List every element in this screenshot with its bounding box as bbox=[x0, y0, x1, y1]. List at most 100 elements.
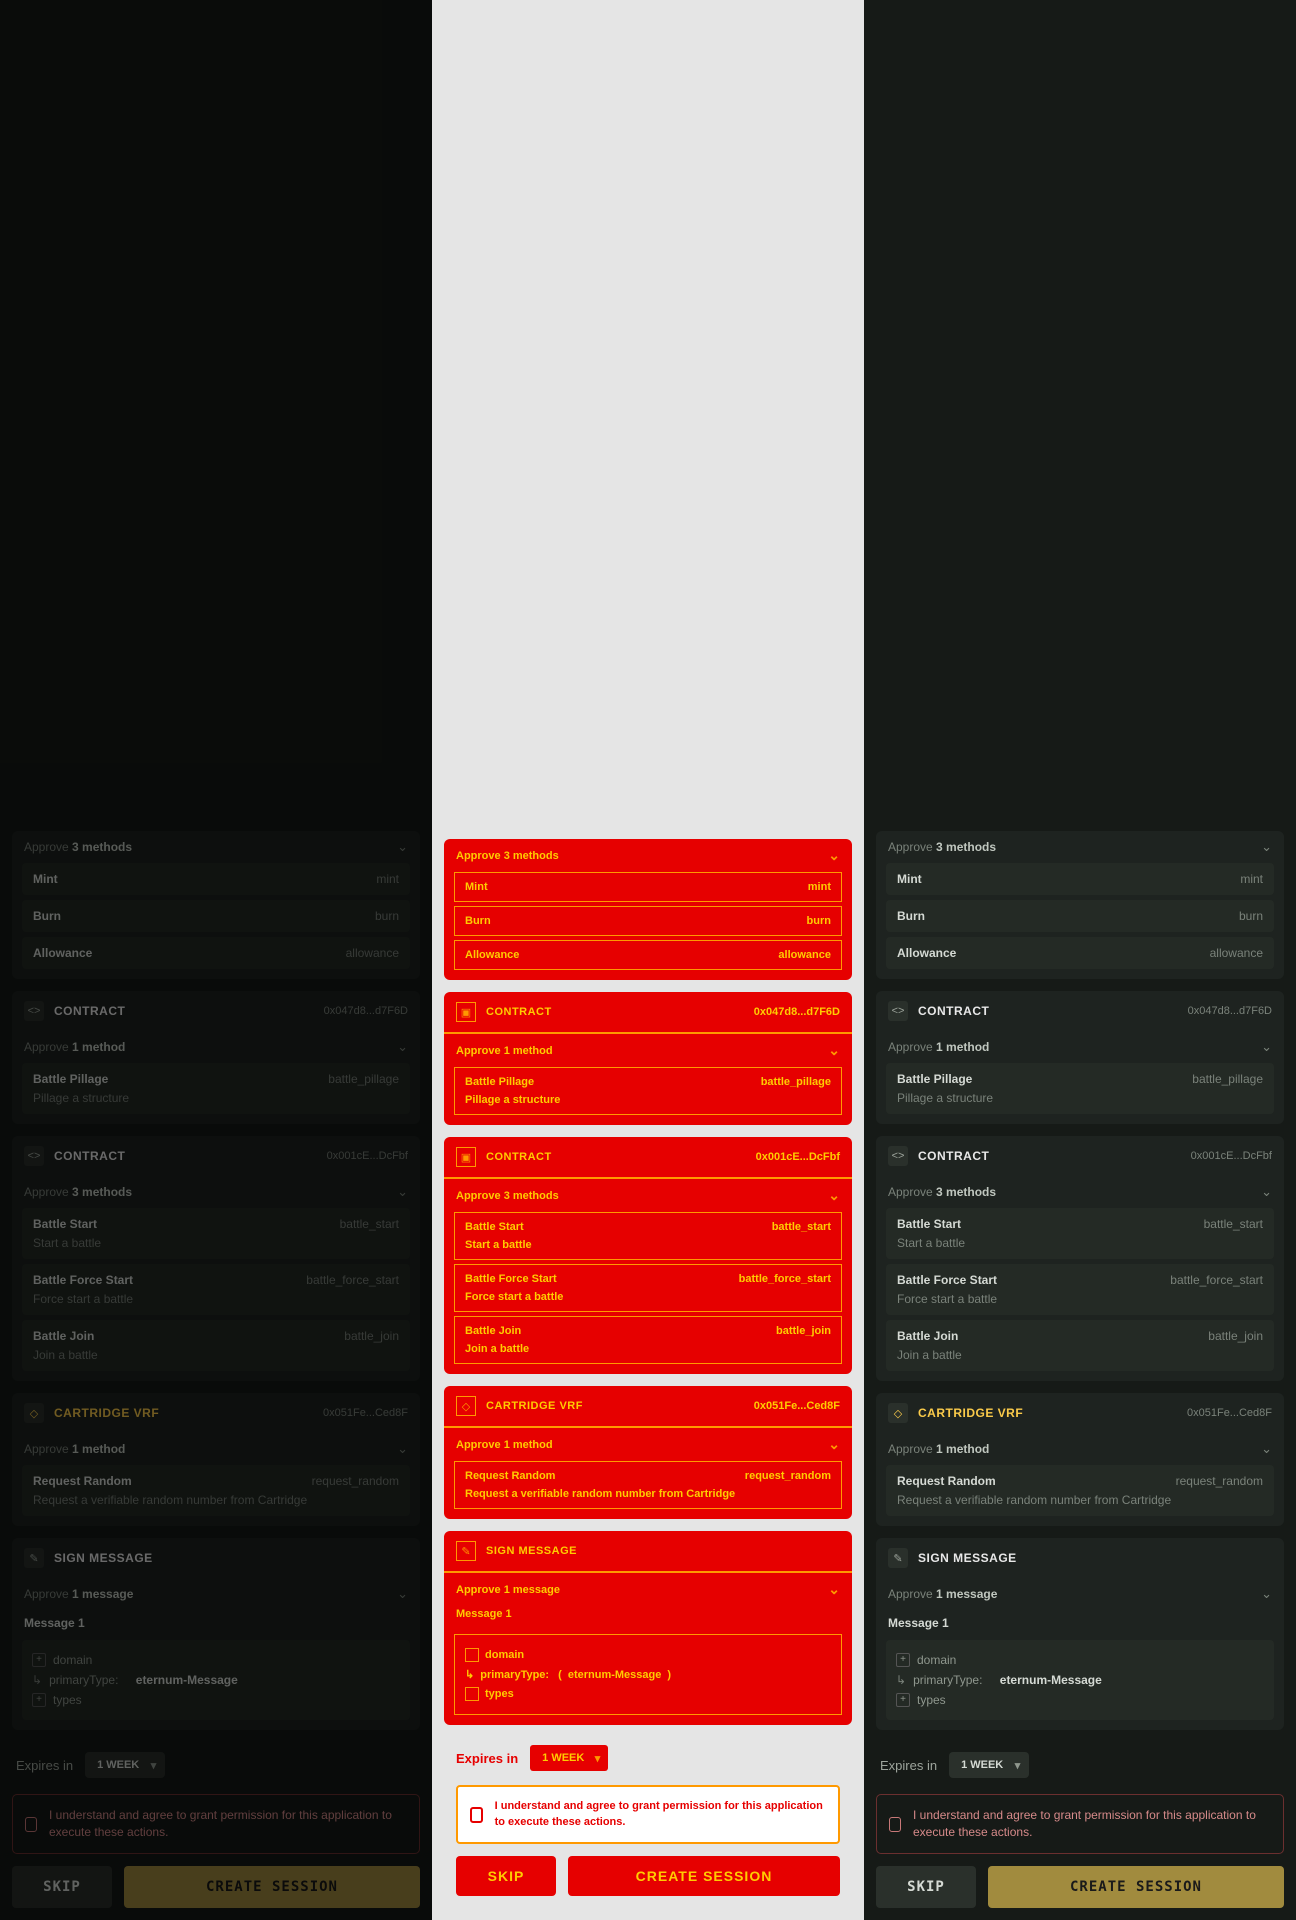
sign-message-title: SIGN MESSAGE bbox=[486, 1545, 840, 1557]
method-item: Battle Force Startbattle_force_start For… bbox=[454, 1264, 842, 1312]
expires-row: Expires in 1 WEEK bbox=[444, 1737, 852, 1785]
method-item: Request Randomrequest_random Request a v… bbox=[454, 1461, 842, 1509]
top-methods-card: Approve 3 methods ⌄ Mintmint Burnburn Al… bbox=[876, 831, 1284, 979]
agree-text: I understand and agree to grant permissi… bbox=[495, 1799, 826, 1830]
expires-select[interactable]: 1 WEEK bbox=[949, 1752, 1029, 1778]
approve-row[interactable]: Approve 1 method ⌄ bbox=[444, 1034, 852, 1067]
chevron-down-icon: ⌄ bbox=[828, 1187, 840, 1204]
approve-row[interactable]: Approve 3 methods ⌄ bbox=[12, 831, 420, 863]
agree-checkbox[interactable] bbox=[25, 1817, 37, 1832]
create-session-button[interactable]: CREATE SESSION bbox=[988, 1866, 1284, 1908]
expires-label: Expires in bbox=[16, 1758, 73, 1773]
agree-text: I understand and agree to grant permissi… bbox=[913, 1807, 1271, 1841]
chevron-down-icon: ⌄ bbox=[828, 1436, 840, 1453]
method-item: Battle Joinbattle_join Join a battle bbox=[22, 1320, 410, 1371]
expand-icon[interactable]: + bbox=[896, 1693, 910, 1707]
method-item: Battle Joinbattle_join Join a battle bbox=[886, 1320, 1274, 1371]
expires-select[interactable]: 1 WEEK bbox=[530, 1745, 608, 1771]
expand-icon[interactable]: + bbox=[32, 1653, 46, 1667]
method-item: Request Randomrequest_random Request a v… bbox=[886, 1465, 1274, 1516]
sign-message-title: SIGN MESSAGE bbox=[54, 1551, 408, 1565]
method-item: Allowanceallowance bbox=[22, 937, 410, 969]
top-methods-card: Approve 3 methods ⌄ Mintmint Burnburn Al… bbox=[444, 839, 852, 980]
approve-row[interactable]: Approve 1 method ⌄ bbox=[12, 1031, 420, 1063]
method-item: Battle Force Startbattle_force_start For… bbox=[886, 1264, 1274, 1315]
chevron-down-icon: ⌄ bbox=[828, 1581, 840, 1598]
contract-title: CONTRACT bbox=[918, 1004, 1178, 1018]
approve-row[interactable]: Approve 3 methods ⌄ bbox=[444, 1179, 852, 1212]
contract-title: CONTRACT bbox=[54, 1004, 314, 1018]
approve-row[interactable]: Approve 1 method ⌄ bbox=[876, 1433, 1284, 1465]
contract-title: CONTRACT bbox=[486, 1151, 746, 1163]
agree-box[interactable]: I understand and agree to grant permissi… bbox=[876, 1794, 1284, 1854]
approve-row[interactable]: Approve 1 message ⌄ bbox=[444, 1573, 852, 1606]
chevron-down-icon: ⌄ bbox=[397, 1184, 408, 1200]
approve-row[interactable]: Approve 1 method ⌄ bbox=[876, 1031, 1284, 1063]
chevron-down-icon: ⌄ bbox=[397, 1586, 408, 1602]
message-title: Message 1 bbox=[12, 1610, 420, 1636]
expires-select[interactable]: 1 WEEK bbox=[85, 1752, 165, 1778]
sign-message-card: ✎ SIGN MESSAGE Approve 1 message ⌄ Messa… bbox=[444, 1531, 852, 1725]
vrf-title: CARTRIDGE VRF bbox=[918, 1406, 1177, 1420]
contract-card: ▣ CONTRACT 0x047d8...d7F6D Approve 1 met… bbox=[444, 992, 852, 1125]
chevron-down-icon: ⌄ bbox=[828, 1042, 840, 1059]
create-session-button[interactable]: CREATE SESSION bbox=[124, 1866, 420, 1908]
code-icon: ▣ bbox=[456, 1002, 476, 1022]
approve-row[interactable]: Approve 3 methods ⌄ bbox=[12, 1176, 420, 1208]
expand-icon[interactable]: + bbox=[32, 1693, 46, 1707]
agree-text: I understand and agree to grant permissi… bbox=[49, 1807, 407, 1841]
approve-row[interactable]: Approve 3 methods ⌄ bbox=[876, 1176, 1284, 1208]
expires-row: Expires in 1 WEEK bbox=[12, 1742, 420, 1794]
chevron-down-icon: ⌄ bbox=[397, 1441, 408, 1457]
code-icon: ▣ bbox=[456, 1147, 476, 1167]
method-item: Allowanceallowance bbox=[886, 937, 1274, 969]
message-title: Message 1 bbox=[876, 1610, 1284, 1636]
contract-card: <> CONTRACT 0x047d8...d7F6D Approve 1 me… bbox=[876, 991, 1284, 1124]
contract-card: <> CONTRACT 0x001cE...DcFbf Approve 3 me… bbox=[876, 1136, 1284, 1381]
chevron-down-icon: ⌄ bbox=[1261, 1184, 1272, 1200]
vrf-title: CARTRIDGE VRF bbox=[54, 1406, 313, 1420]
contract-address: 0x047d8...d7F6D bbox=[754, 1006, 840, 1018]
chevron-down-icon: ⌄ bbox=[1261, 839, 1272, 855]
approve-row[interactable]: Approve 3 methods ⌄ bbox=[876, 831, 1284, 863]
vrf-card: ◇ CARTRIDGE VRF 0x051Fe...Ced8F Approve … bbox=[444, 1386, 852, 1519]
skip-button[interactable]: SKIP bbox=[876, 1866, 976, 1908]
expand-icon[interactable]: + bbox=[896, 1653, 910, 1667]
shield-icon: ◇ bbox=[888, 1403, 908, 1423]
method-item: Battle Pillagebattle_pillage Pillage a s… bbox=[886, 1063, 1274, 1114]
agree-box[interactable]: I understand and agree to grant permissi… bbox=[456, 1785, 840, 1844]
sign-message-card: ✎ SIGN MESSAGE Approve 1 message ⌄ Messa… bbox=[12, 1538, 420, 1730]
method-item: Battle Pillagebattle_pillage Pillage a s… bbox=[22, 1063, 410, 1114]
message-tree: +domain ↳primaryType: eternum-Message +t… bbox=[886, 1640, 1274, 1720]
create-session-button[interactable]: CREATE SESSION bbox=[568, 1856, 840, 1896]
skip-button[interactable]: SKIP bbox=[456, 1856, 556, 1896]
contract-card: <> CONTRACT 0x047d8...d7F6D Approve 1 me… bbox=[12, 991, 420, 1124]
vrf-card: ◇ CARTRIDGE VRF 0x051Fe...Ced8F Approve … bbox=[12, 1393, 420, 1526]
contract-address: 0x051Fe...Ced8F bbox=[754, 1400, 840, 1412]
code-icon: <> bbox=[24, 1001, 44, 1021]
expires-row: Expires in 1 WEEK bbox=[876, 1742, 1284, 1794]
code-icon: <> bbox=[888, 1146, 908, 1166]
agree-checkbox[interactable] bbox=[889, 1817, 901, 1832]
contract-title: CONTRACT bbox=[918, 1149, 1181, 1163]
expand-icon[interactable] bbox=[465, 1687, 479, 1701]
contract-title: CONTRACT bbox=[486, 1006, 744, 1018]
approve-row[interactable]: Approve 1 method ⌄ bbox=[444, 1428, 852, 1461]
top-methods-card: Approve 3 methods ⌄ Mintmint Burnburn Al… bbox=[12, 831, 420, 979]
agree-checkbox[interactable] bbox=[470, 1807, 483, 1823]
method-item: Mintmint bbox=[454, 872, 842, 902]
chevron-down-icon: ⌄ bbox=[828, 847, 840, 864]
sign-message-card: ✎ SIGN MESSAGE Approve 1 message ⌄ Messa… bbox=[876, 1538, 1284, 1730]
expand-icon[interactable] bbox=[465, 1648, 479, 1662]
arrow-icon: ↳ bbox=[32, 1673, 42, 1687]
message-title: Message 1 bbox=[444, 1606, 852, 1628]
skip-button[interactable]: SKIP bbox=[12, 1866, 112, 1908]
approve-row[interactable]: Approve 1 message ⌄ bbox=[876, 1578, 1284, 1610]
agree-box[interactable]: I understand and agree to grant permissi… bbox=[12, 1794, 420, 1854]
approve-row[interactable]: Approve 3 methods ⌄ bbox=[444, 839, 852, 872]
method-item: Mintmint bbox=[22, 863, 410, 895]
contract-address: 0x047d8...d7F6D bbox=[324, 1005, 408, 1017]
expires-label: Expires in bbox=[456, 1751, 518, 1766]
approve-row[interactable]: Approve 1 method ⌄ bbox=[12, 1433, 420, 1465]
approve-row[interactable]: Approve 1 message ⌄ bbox=[12, 1578, 420, 1610]
